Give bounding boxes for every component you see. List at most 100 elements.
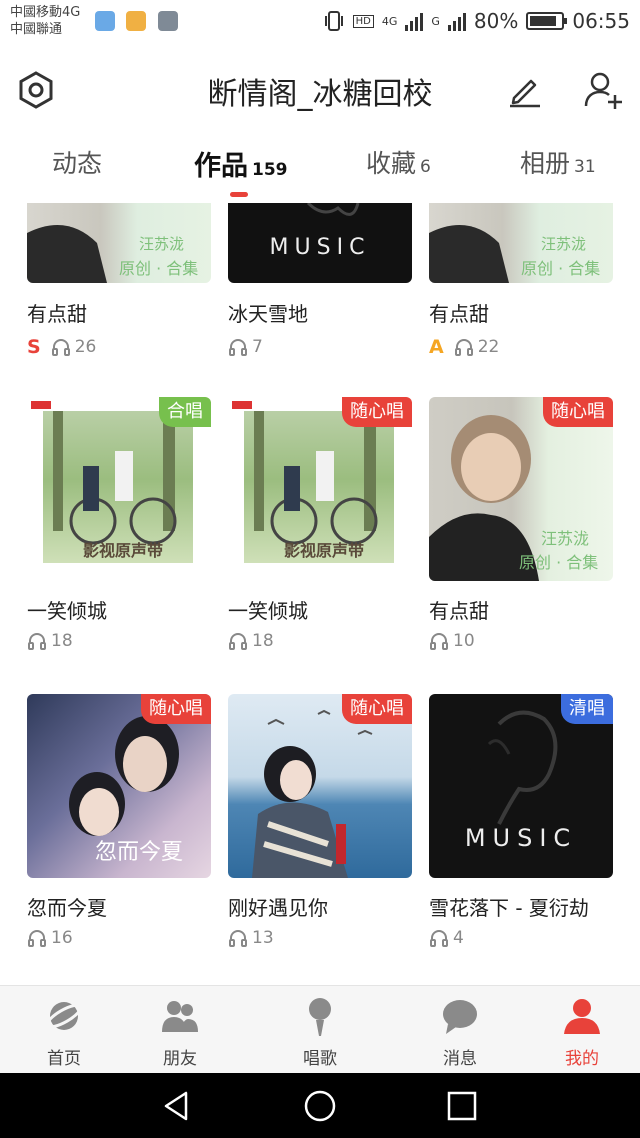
profile-header: 断情阁_冰糖回校: [0, 44, 640, 136]
work-title: 冰天雪地: [228, 302, 308, 326]
nav-label: 我的: [565, 1049, 599, 1069]
work-card[interactable]: 汪苏泷 原创 · 合集 有点甜 A 22: [429, 200, 613, 370]
profile-icon: [564, 999, 600, 1034]
microphone-icon: [309, 998, 331, 1036]
work-title: 有点甜: [27, 302, 87, 326]
album-subtext: 原创 · 合集: [119, 259, 199, 278]
work-title: 雪花落下 - 夏衍劫: [429, 896, 589, 920]
tab-count: 6: [420, 157, 431, 177]
work-card[interactable]: MUSIC 清唱 雪花落下 - 夏衍劫 4: [429, 694, 613, 964]
work-title: 一笑倾城: [228, 599, 308, 623]
cover-image: 影视原声带 合唱: [27, 397, 211, 581]
work-meta: 18: [27, 630, 73, 652]
film-title-text: 影视原声带: [83, 541, 164, 560]
tab-works[interactable]: 作品 159: [194, 144, 288, 183]
friends-icon: [162, 1001, 198, 1032]
pencil-icon: [510, 79, 540, 108]
add-user-icon: [584, 72, 622, 109]
album-subtext: 原创 · 合集: [519, 553, 599, 572]
work-meta: 4: [429, 927, 464, 949]
cover-image: 影视原声带 随心唱: [228, 397, 412, 581]
score-level-badge: A: [429, 336, 444, 358]
planet-icon: [45, 1002, 83, 1030]
chat-bubble-icon: [443, 1000, 477, 1034]
tab-label: 动态: [52, 149, 103, 178]
work-title: 有点甜: [429, 302, 489, 326]
nav-profile[interactable]: 我的: [518, 986, 640, 1074]
work-card[interactable]: MUSIC 冰天雪地 7: [228, 200, 412, 370]
tab-count: 159: [252, 160, 288, 180]
nav-friends[interactable]: 朋友: [116, 986, 244, 1074]
work-meta: 10: [429, 630, 475, 652]
battery-icon: [526, 12, 568, 30]
signal-icon: [405, 11, 424, 31]
film-title-text: 影视原声带: [284, 541, 365, 560]
work-title: 一笑倾城: [27, 599, 107, 623]
freestyle-badge: 随心唱: [342, 397, 412, 427]
label-logo: [232, 401, 252, 409]
freestyle-badge: 随心唱: [141, 694, 211, 724]
edit-button[interactable]: [500, 66, 548, 114]
headphones-icon: [28, 633, 46, 650]
cover-image: MUSIC 清唱: [429, 694, 613, 878]
work-card[interactable]: 汪苏泷 原创 · 合集 随心唱 有点甜 10: [429, 397, 613, 667]
work-card[interactable]: 汪苏泷 原创 · 合集 有点甜 S 26: [27, 200, 211, 370]
signal-icon-2: [447, 11, 466, 31]
cover-image: 汪苏泷 原创 · 合集: [429, 203, 613, 283]
freestyle-badge: 随心唱: [543, 397, 613, 427]
home-circle-icon[interactable]: [303, 1089, 337, 1123]
album-text: 汪苏泷: [541, 235, 587, 253]
work-title: 刚好遇见你: [228, 896, 328, 920]
nav-messages[interactable]: 消息: [396, 986, 524, 1074]
work-meta: 18: [228, 630, 274, 652]
score-level-badge: S: [27, 336, 41, 358]
bottom-navigation: 首页 朋友 唱歌 消息 我的: [0, 985, 640, 1073]
work-meta: S 26: [27, 336, 96, 358]
chorus-badge: 合唱: [159, 397, 211, 427]
works-grid: 汪苏泷 原创 · 合集 有点甜 S 26 MUSIC 冰天雪地 7 汪苏泷 原创…: [0, 200, 640, 985]
tab-dynamics[interactable]: 动态: [52, 144, 102, 180]
headphones-icon: [430, 930, 448, 947]
back-icon[interactable]: [160, 1089, 194, 1123]
tab-label: 作品: [194, 151, 248, 182]
status-indicators: HD 4G G 80% 06:55: [323, 6, 630, 36]
work-card[interactable]: 影视原声带 随心唱 一笑倾城 18: [228, 397, 412, 667]
work-card[interactable]: 忽而今夏 随心唱 忽而今夏 16: [27, 694, 211, 964]
hd-indicator: HD: [352, 14, 374, 28]
tab-label: 收藏: [366, 149, 417, 178]
cover-image: 汪苏泷 原创 · 合集 随心唱: [429, 397, 613, 581]
play-count: 22: [477, 337, 500, 357]
work-card[interactable]: 影视原声带 合唱 一笑倾城 18: [27, 397, 211, 667]
headphones-icon: [28, 930, 46, 947]
music-text: MUSIC: [269, 235, 371, 260]
acapella-badge: 清唱: [561, 694, 613, 724]
work-meta: A 22: [429, 336, 499, 358]
nav-sing[interactable]: 唱歌: [256, 986, 384, 1074]
play-count: 13: [252, 928, 274, 948]
play-count: 26: [74, 337, 97, 357]
active-tab-indicator: [230, 192, 248, 197]
freestyle-badge: 随心唱: [342, 694, 412, 724]
headphones-icon: [229, 633, 247, 650]
play-count: 10: [453, 631, 475, 651]
nav-label: 消息: [443, 1049, 477, 1069]
tab-album[interactable]: 相册 31: [520, 144, 596, 180]
carrier-info: 中國移動4G 中國聯通: [10, 4, 80, 38]
work-card[interactable]: 随心唱 刚好遇见你 13: [228, 694, 412, 964]
nav-label: 首页: [47, 1049, 81, 1069]
tab-count: 31: [574, 157, 596, 177]
cover-image: MUSIC: [228, 203, 412, 283]
recents-square-icon[interactable]: [445, 1089, 479, 1123]
music-text: MUSIC: [464, 824, 578, 852]
carrier-primary: 中國移動4G: [10, 5, 81, 20]
cover-image: 随心唱: [228, 694, 412, 878]
tab-favorites[interactable]: 收藏 6: [366, 144, 431, 180]
nav-home[interactable]: 首页: [0, 986, 128, 1074]
work-meta: 13: [228, 927, 274, 949]
play-count: 18: [252, 631, 274, 651]
tab-label: 相册: [520, 149, 571, 178]
play-count: 18: [51, 631, 73, 651]
network-g: G: [431, 14, 440, 28]
carrier-secondary: 中國聯通: [10, 22, 63, 37]
add-friend-button[interactable]: [580, 66, 628, 114]
